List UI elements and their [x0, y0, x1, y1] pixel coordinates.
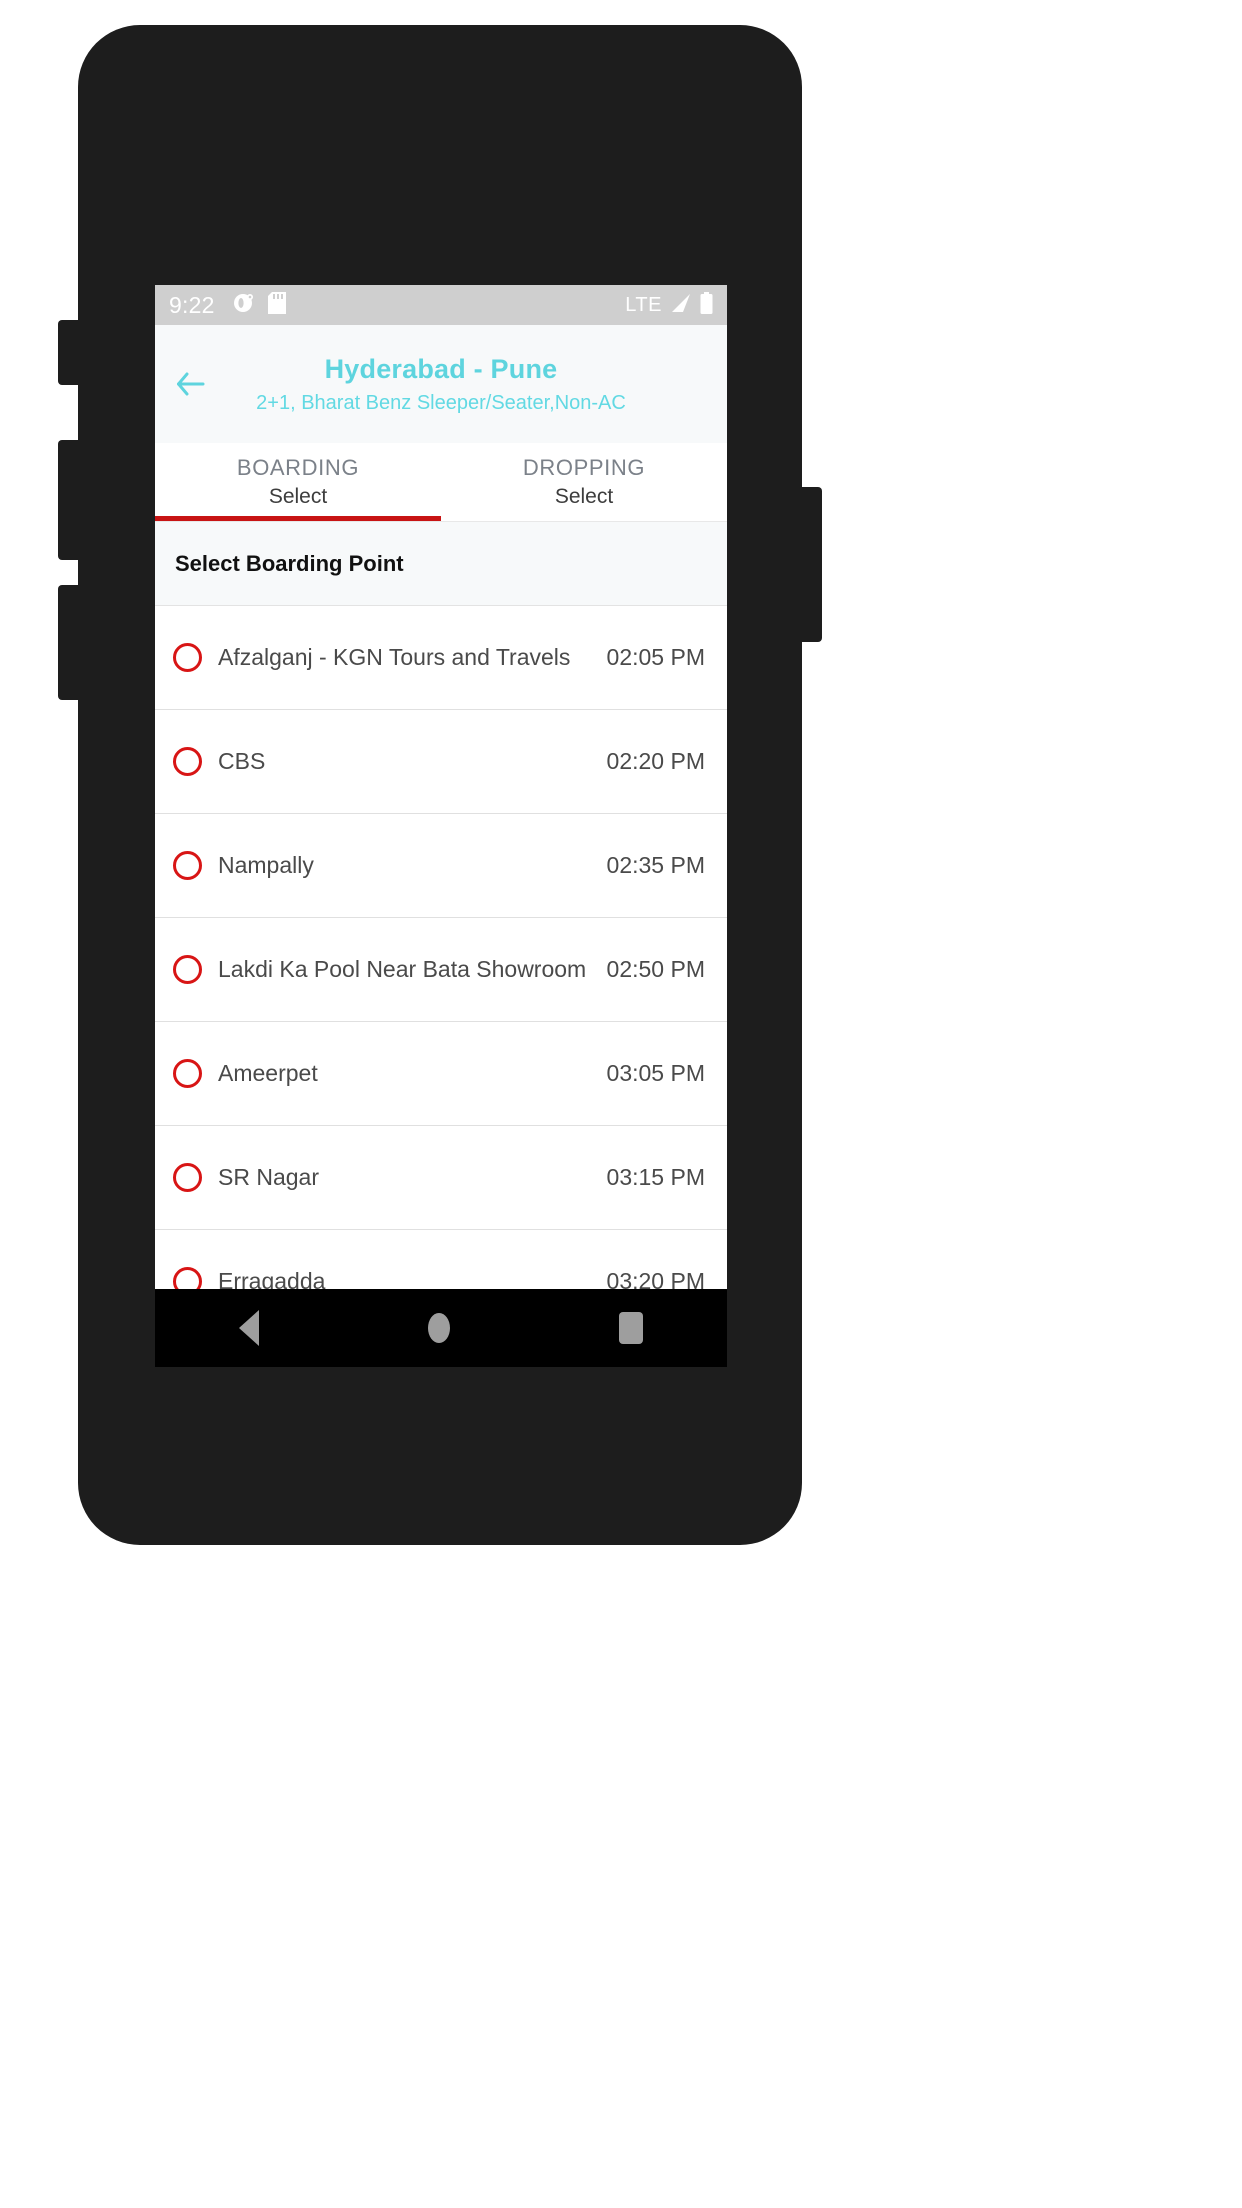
- radio-icon[interactable]: [173, 1163, 202, 1192]
- boarding-point-time: 03:05 PM: [606, 1059, 705, 1086]
- hardware-button-left-2[interactable]: [58, 440, 80, 560]
- table-row[interactable]: SR Nagar 03:15 PM: [155, 1126, 727, 1230]
- sd-card-icon: [267, 291, 286, 319]
- tab-active-indicator: [155, 516, 441, 521]
- tab-dropping-title: DROPPING: [522, 454, 646, 480]
- section-heading: Select Boarding Point: [155, 522, 727, 606]
- page-title: Hyderabad - Pune: [324, 354, 558, 385]
- boarding-point-time: 02:35 PM: [606, 851, 705, 878]
- notification-icon: [233, 292, 255, 319]
- radio-icon[interactable]: [173, 851, 202, 880]
- signal-icon: [670, 293, 692, 318]
- status-bar-left-icons: [233, 291, 286, 319]
- app-header: Hyderabad - Pune 2+1, Bharat Benz Sleepe…: [155, 325, 727, 443]
- radio-icon[interactable]: [173, 643, 202, 672]
- back-button[interactable]: [169, 362, 213, 406]
- radio-icon[interactable]: [173, 747, 202, 776]
- triangle-back-icon[interactable]: [239, 1310, 260, 1346]
- boarding-point-name: Lakdi Ka Pool Near Bata Showroom: [218, 955, 587, 982]
- table-row[interactable]: Nampally 02:35 PM: [155, 814, 727, 918]
- boarding-point-name: Ameerpet: [218, 1059, 318, 1086]
- boarding-point-name: SR Nagar: [218, 1163, 319, 1190]
- tab-boarding[interactable]: BOARDING Select: [155, 443, 441, 521]
- square-recents-icon[interactable]: [618, 1312, 643, 1344]
- tab-boarding-value: Select: [268, 485, 328, 509]
- boarding-point-name: Afzalganj - KGN Tours and Travels: [218, 643, 571, 670]
- circle-home-icon[interactable]: [427, 1313, 450, 1343]
- device-screen: 9:22 LTE Hyderabad - Pune 2+1, Bharat Be…: [155, 285, 727, 1367]
- battery-icon: [700, 291, 713, 319]
- page-subtitle: 2+1, Bharat Benz Sleeper/Seater,Non-AC: [256, 391, 626, 414]
- arrow-left-icon: [177, 372, 205, 396]
- boarding-point-time: 02:50 PM: [606, 955, 705, 982]
- android-nav-bar: [155, 1289, 727, 1367]
- boarding-point-time: 03:15 PM: [606, 1163, 705, 1190]
- boarding-point-time: 02:05 PM: [606, 643, 705, 670]
- table-row[interactable]: Afzalganj - KGN Tours and Travels 02:05 …: [155, 606, 727, 710]
- hardware-button-left-1[interactable]: [58, 320, 80, 385]
- table-row[interactable]: Lakdi Ka Pool Near Bata Showroom 02:50 P…: [155, 918, 727, 1022]
- boarding-point-time: 02:20 PM: [606, 747, 705, 774]
- table-row[interactable]: CBS 02:20 PM: [155, 710, 727, 814]
- status-bar-clock: 9:22: [169, 291, 215, 318]
- boarding-point-list: Afzalganj - KGN Tours and Travels 02:05 …: [155, 606, 727, 1367]
- boarding-point-name: Nampally: [218, 851, 314, 878]
- tab-bar: BOARDING Select DROPPING Select: [155, 443, 727, 522]
- tab-dropping-value: Select: [554, 485, 614, 509]
- tab-dropping[interactable]: DROPPING Select: [441, 443, 727, 521]
- radio-icon[interactable]: [173, 955, 202, 984]
- table-row[interactable]: Ameerpet 03:05 PM: [155, 1022, 727, 1126]
- hardware-button-power[interactable]: [800, 487, 822, 642]
- tab-boarding-title: BOARDING: [236, 454, 360, 480]
- radio-icon[interactable]: [173, 1059, 202, 1088]
- status-bar-right-icons: LTE: [625, 291, 713, 319]
- boarding-point-name: CBS: [218, 747, 266, 774]
- network-type-label: LTE: [625, 293, 662, 316]
- hardware-button-left-3[interactable]: [58, 585, 80, 700]
- status-bar: 9:22 LTE: [155, 285, 727, 325]
